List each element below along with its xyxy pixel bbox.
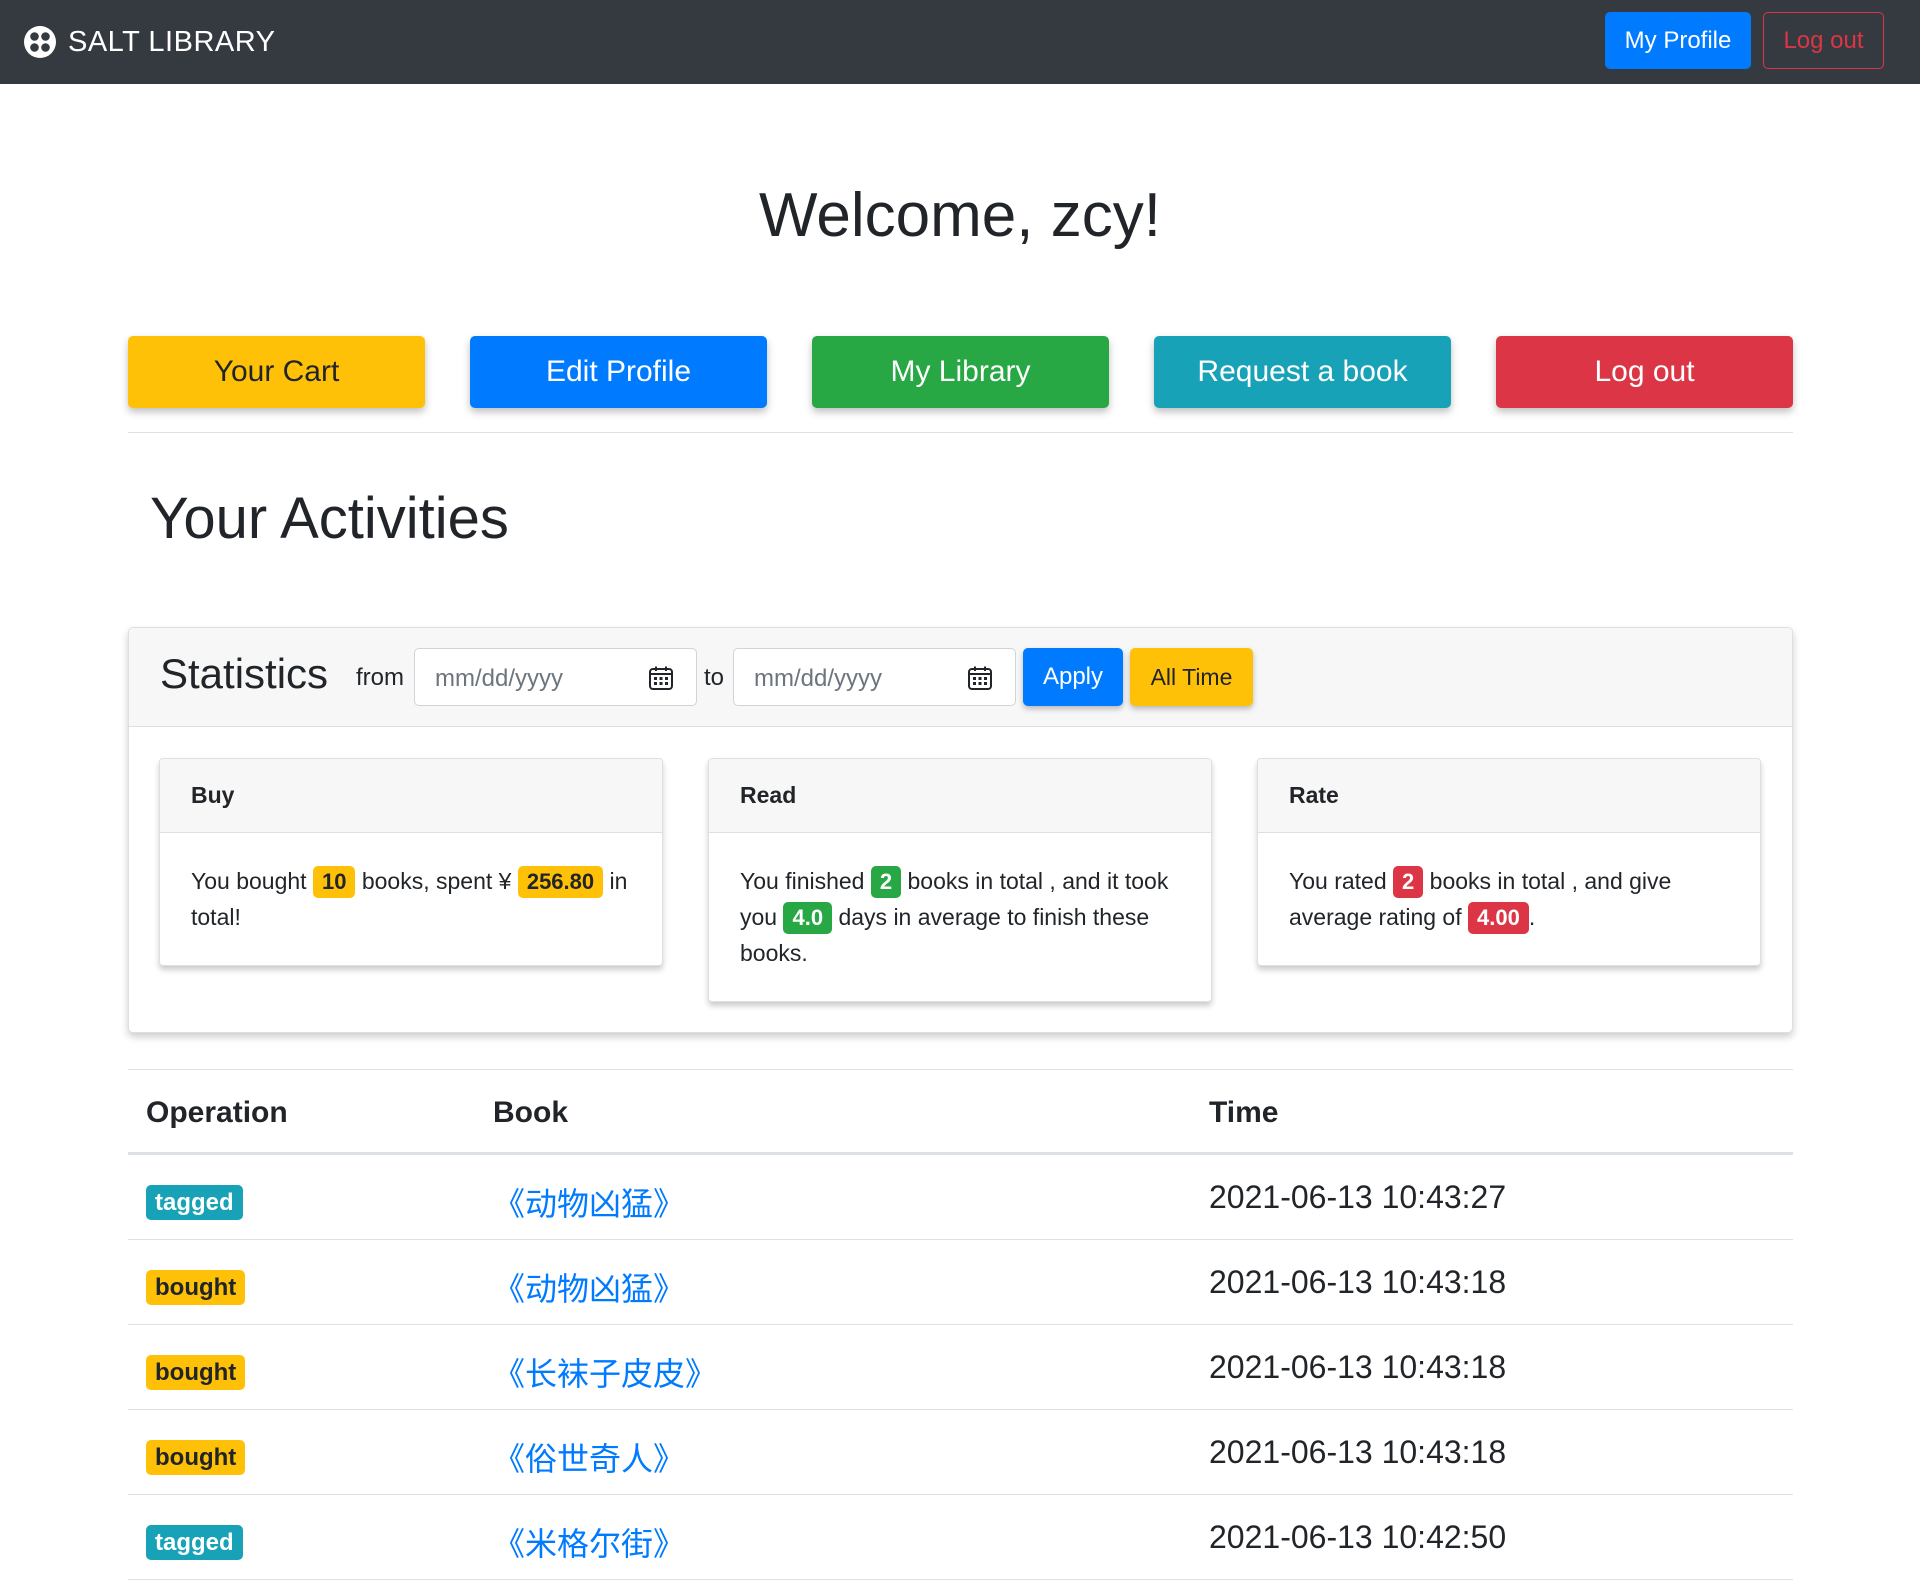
brand-name: SALT LIBRARY bbox=[68, 25, 276, 58]
from-date-input[interactable]: mm/dd/yyyy bbox=[414, 648, 697, 706]
log-out-button[interactable]: Log out bbox=[1496, 336, 1793, 408]
my-library-button[interactable]: My Library bbox=[812, 336, 1109, 408]
column-header-book: Book bbox=[493, 1096, 568, 1129]
to-date-placeholder: mm/dd/yyyy bbox=[754, 665, 883, 692]
rate-count-badge: 2 bbox=[1393, 866, 1424, 898]
to-label: to bbox=[704, 664, 725, 691]
rate-card-header: Rate bbox=[1258, 759, 1760, 833]
time-cell: 2021-06-13 10:43:27 bbox=[1209, 1179, 1507, 1215]
from-date-placeholder: mm/dd/yyyy bbox=[435, 665, 564, 692]
book-link[interactable]: 《长袜子皮皮》 bbox=[493, 1349, 717, 1395]
read-text-1: You finished bbox=[740, 868, 871, 894]
buy-card: Buy You bought 10 books, spent ¥ 256.80 … bbox=[159, 758, 663, 966]
your-cart-button[interactable]: Your Cart bbox=[128, 336, 425, 408]
calendar-icon[interactable] bbox=[967, 665, 993, 691]
to-date-input[interactable]: mm/dd/yyyy bbox=[733, 648, 1016, 706]
table-header: Operation Book Time bbox=[128, 1070, 1793, 1155]
buy-count-badge: 10 bbox=[312, 866, 356, 898]
time-cell: 2021-06-13 10:43:18 bbox=[1209, 1349, 1507, 1385]
rate-rating-badge: 4.00 bbox=[1468, 902, 1529, 934]
rate-card-body: You rated 2 books in total , and give av… bbox=[1258, 833, 1760, 935]
table-row: bought 《俗世奇人》 2021-06-13 10:43:18 bbox=[128, 1410, 1793, 1495]
divider bbox=[128, 432, 1793, 433]
buy-card-header: Buy bbox=[160, 759, 662, 833]
calendar-icon[interactable] bbox=[648, 665, 674, 691]
book-link[interactable]: 《动物凶猛》 bbox=[493, 1264, 685, 1310]
book-link[interactable]: 《俗世奇人》 bbox=[493, 1434, 685, 1480]
column-header-time: Time bbox=[1209, 1096, 1279, 1129]
welcome-heading: Welcome, zcy! bbox=[759, 181, 1161, 250]
operation-badge: bought bbox=[146, 1270, 246, 1305]
table-row: tagged 《动物凶猛》 2021-06-13 10:43:27 bbox=[128, 1155, 1793, 1240]
request-book-button[interactable]: Request a book bbox=[1154, 336, 1451, 408]
table-row: bought 《动物凶猛》 2021-06-13 10:43:18 bbox=[128, 1240, 1793, 1325]
rate-card: Rate You rated 2 books in total , and gi… bbox=[1257, 758, 1761, 966]
nav-log-out-button[interactable]: Log out bbox=[1763, 12, 1884, 69]
table-row: tagged 《米格尔街》 2021-06-13 10:42:50 bbox=[128, 1495, 1793, 1580]
operation-badge: bought bbox=[146, 1440, 246, 1475]
operation-badge: tagged bbox=[146, 1525, 243, 1560]
book-link[interactable]: 《米格尔街》 bbox=[493, 1519, 685, 1565]
operation-badge: tagged bbox=[146, 1185, 243, 1220]
read-days-badge: 4.0 bbox=[783, 902, 833, 934]
rate-text-1: You rated bbox=[1289, 868, 1394, 894]
time-cell: 2021-06-13 10:43:18 bbox=[1209, 1434, 1507, 1470]
all-time-button[interactable]: All Time bbox=[1130, 648, 1253, 706]
time-cell: 2021-06-13 10:43:18 bbox=[1209, 1264, 1507, 1300]
apply-button[interactable]: Apply bbox=[1023, 648, 1123, 706]
from-label: from bbox=[356, 664, 404, 691]
read-card-header: Read bbox=[709, 759, 1211, 833]
activities-heading: Your Activities bbox=[150, 486, 509, 551]
statistics-header: Statistics from mm/dd/yyyy to mm/dd/yyyy bbox=[129, 628, 1792, 727]
table-row: bought 《长袜子皮皮》 2021-06-13 10:43:18 bbox=[128, 1325, 1793, 1410]
logo-icon bbox=[24, 26, 56, 58]
time-cell: 2021-06-13 10:42:50 bbox=[1209, 1519, 1507, 1555]
read-card-body: You finished 2 books in total , and it t… bbox=[709, 833, 1211, 971]
edit-profile-button[interactable]: Edit Profile bbox=[470, 336, 767, 408]
operation-badge: bought bbox=[146, 1355, 246, 1390]
buy-card-body: You bought 10 books, spent ¥ 256.80 in t… bbox=[160, 833, 662, 935]
brand-link[interactable]: SALT LIBRARY bbox=[24, 0, 276, 84]
statistics-card: Statistics from mm/dd/yyyy to mm/dd/yyyy bbox=[128, 627, 1793, 1033]
buy-amount-badge: 256.80 bbox=[517, 866, 604, 898]
statistics-title: Statistics bbox=[160, 650, 329, 697]
read-count-badge: 2 bbox=[870, 866, 902, 898]
book-link[interactable]: 《动物凶猛》 bbox=[493, 1179, 685, 1225]
column-header-operation: Operation bbox=[146, 1096, 288, 1129]
rate-text-3: . bbox=[1528, 904, 1536, 930]
nav-my-profile-button[interactable]: My Profile bbox=[1605, 12, 1751, 69]
top-navbar: SALT LIBRARY My Profile Log out bbox=[0, 0, 1920, 84]
read-card: Read You finished 2 books in total , and… bbox=[708, 758, 1212, 1002]
buy-text-1: You bought bbox=[191, 868, 313, 894]
buy-text-2: books, spent ¥ bbox=[355, 868, 512, 894]
